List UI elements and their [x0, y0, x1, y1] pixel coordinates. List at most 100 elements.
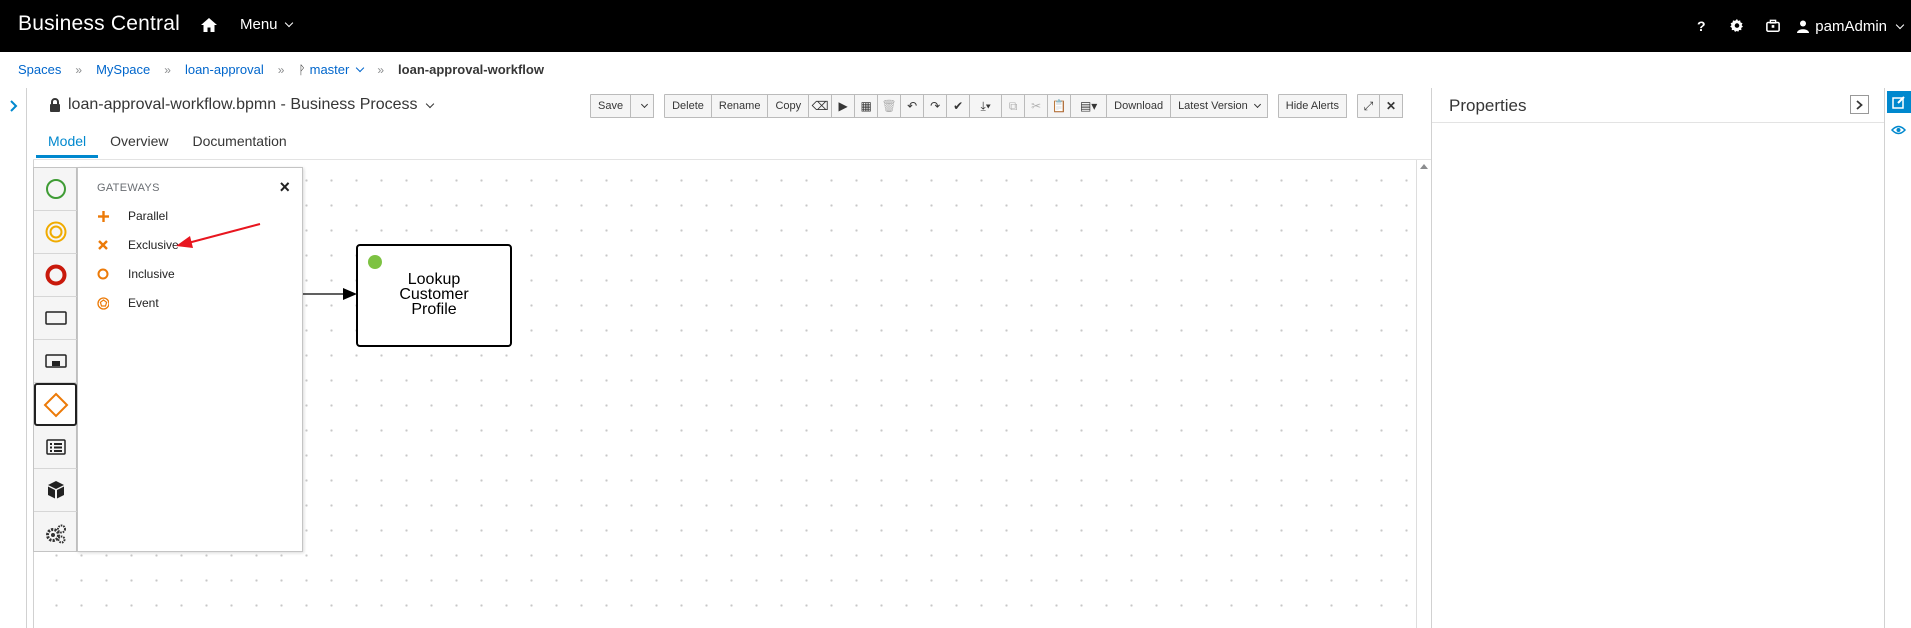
user-icon: [1797, 20, 1810, 33]
breadcrumb-project[interactable]: loan-approval: [185, 62, 264, 77]
tab-documentation[interactable]: Documentation: [181, 128, 299, 158]
save-options-dropdown[interactable]: [631, 94, 655, 118]
download-button[interactable]: Download: [1107, 94, 1172, 118]
scroll-up-icon[interactable]: [1420, 164, 1428, 169]
gateway-exclusive[interactable]: Exclusive: [97, 235, 179, 255]
rename-button[interactable]: Rename: [711, 94, 769, 118]
eye-icon[interactable]: [1890, 122, 1907, 140]
shape-palette: [33, 167, 77, 552]
properties-title: Properties: [1449, 96, 1527, 115]
gateway-event[interactable]: Event: [97, 293, 159, 313]
breadcrumb-branch[interactable]: master: [310, 62, 350, 77]
editor-title[interactable]: loan-approval-workflow.bpmn - Business P…: [48, 96, 435, 114]
plus-icon: [97, 210, 109, 222]
gateway-label: Inclusive: [128, 267, 175, 281]
briefcase-icon[interactable]: [1755, 0, 1791, 52]
cube-icon: [47, 481, 64, 499]
close-editor-icon[interactable]: ✕: [1379, 94, 1403, 118]
breadcrumb-separator: »: [75, 62, 83, 77]
breadcrumb-separator: »: [377, 62, 385, 77]
latest-version-label: Latest Version: [1178, 100, 1248, 112]
trash-icon[interactable]: 🗑: [878, 94, 902, 118]
breadcrumb-asset: loan-approval-workflow: [398, 62, 544, 77]
paste-icon[interactable]: 📋: [1048, 94, 1072, 118]
copy-icon[interactable]: ⧉: [1002, 94, 1026, 118]
task-label-line: Lookup: [407, 271, 461, 288]
brand-logo[interactable]: Business Central: [18, 12, 180, 36]
close-icon[interactable]: ×: [279, 177, 290, 198]
palette-end-events[interactable]: [34, 254, 77, 297]
chevron-right-icon[interactable]: [10, 100, 18, 112]
properties-panel: Properties: [1431, 88, 1885, 628]
editor-toolbar: Save Delete Rename Copy ⌫ ▶ ▦ 🗑 ↶ ↷ ✔ ⤓▾…: [590, 94, 1403, 118]
gateway-parallel[interactable]: Parallel: [97, 206, 168, 226]
hide-alerts-button[interactable]: Hide Alerts: [1277, 94, 1347, 118]
breadcrumb: Spaces » MySpace » loan-approval » ᚹ mas…: [18, 62, 544, 77]
help-icon[interactable]: ?: [1683, 0, 1719, 52]
canvas-scrollbar[interactable]: [1416, 160, 1431, 628]
editor-tabs: Model Overview Documentation: [36, 128, 299, 158]
palette-gateways[interactable]: [34, 383, 77, 426]
palette-subprocesses[interactable]: [34, 340, 77, 383]
delete-button[interactable]: Delete: [664, 94, 712, 118]
palette-containers[interactable]: [34, 426, 77, 469]
gateway-icon: [43, 392, 68, 417]
palette-custom-tasks[interactable]: [34, 469, 77, 512]
end-event-icon: [45, 264, 66, 286]
chevron-down-icon: [1895, 20, 1905, 29]
palette-service-tasks[interactable]: [34, 512, 77, 555]
breadcrumb-spaces[interactable]: Spaces: [18, 62, 61, 77]
palette-intermediate-events[interactable]: [34, 211, 77, 254]
undo-icon[interactable]: ↶: [901, 94, 925, 118]
task-icon: [44, 311, 67, 325]
palette-activities[interactable]: [34, 297, 77, 340]
menu-label: Menu: [240, 16, 278, 33]
export-dropdown[interactable]: ⤓▾: [970, 94, 1003, 118]
gateway-label: Exclusive: [128, 238, 179, 252]
breadcrumb-myspace[interactable]: MySpace: [96, 62, 150, 77]
task-label: Lookup Customer Profile: [358, 271, 510, 318]
task-lookup-customer-profile[interactable]: Lookup Customer Profile: [356, 244, 512, 347]
task-label-line: Customer: [399, 286, 469, 303]
save-button[interactable]: Save: [590, 94, 632, 118]
breadcrumb-separator: »: [277, 62, 285, 77]
latest-version-dropdown[interactable]: Latest Version: [1171, 94, 1268, 118]
main-menu-dropdown[interactable]: Menu: [240, 16, 293, 33]
gears-icon: [45, 524, 66, 543]
copy-button[interactable]: Copy: [768, 94, 810, 118]
task-label-line: Profile: [411, 301, 457, 318]
chevron-down-icon: [284, 18, 293, 28]
grid-icon[interactable]: ▦: [855, 94, 879, 118]
breadcrumb-separator: »: [164, 62, 171, 77]
redo-icon[interactable]: ↷: [924, 94, 948, 118]
tab-model[interactable]: Model: [36, 128, 99, 158]
list-icon: [45, 439, 66, 455]
gateway-inclusive[interactable]: Inclusive: [97, 264, 175, 284]
lock-icon: [50, 98, 60, 112]
gear-icon[interactable]: [1719, 0, 1755, 52]
editor-title-text: loan-approval-workflow.bpmn - Business P…: [68, 96, 418, 113]
x-icon: [97, 240, 109, 250]
chevron-right-icon[interactable]: [1850, 95, 1869, 114]
home-icon[interactable]: [199, 15, 219, 35]
intermediate-event-icon: [45, 221, 66, 243]
cut-icon[interactable]: ✂: [1025, 94, 1049, 118]
play-icon[interactable]: ▶: [832, 94, 856, 118]
gateway-label: Event: [128, 296, 159, 310]
circle-icon: [97, 268, 109, 280]
subprocess-icon: [44, 354, 67, 368]
right-dock: [1884, 88, 1911, 628]
eraser-icon[interactable]: ⌫: [809, 94, 833, 118]
palette-start-events[interactable]: [34, 168, 77, 211]
left-dock: [0, 88, 27, 628]
chevron-down-icon[interactable]: [356, 63, 365, 73]
gateway-label: Parallel: [128, 209, 169, 223]
maximize-icon[interactable]: ⤢: [1356, 94, 1380, 118]
branch-icon: ᚹ: [298, 62, 306, 77]
edit-icon[interactable]: [1887, 91, 1911, 113]
user-name: pamAdmin: [1815, 17, 1887, 35]
user-menu[interactable]: pamAdmin: [1791, 18, 1911, 35]
properties-table-dropdown[interactable]: ▤▾: [1071, 94, 1108, 118]
validate-icon[interactable]: ✔: [947, 94, 971, 118]
tab-overview[interactable]: Overview: [98, 128, 180, 158]
